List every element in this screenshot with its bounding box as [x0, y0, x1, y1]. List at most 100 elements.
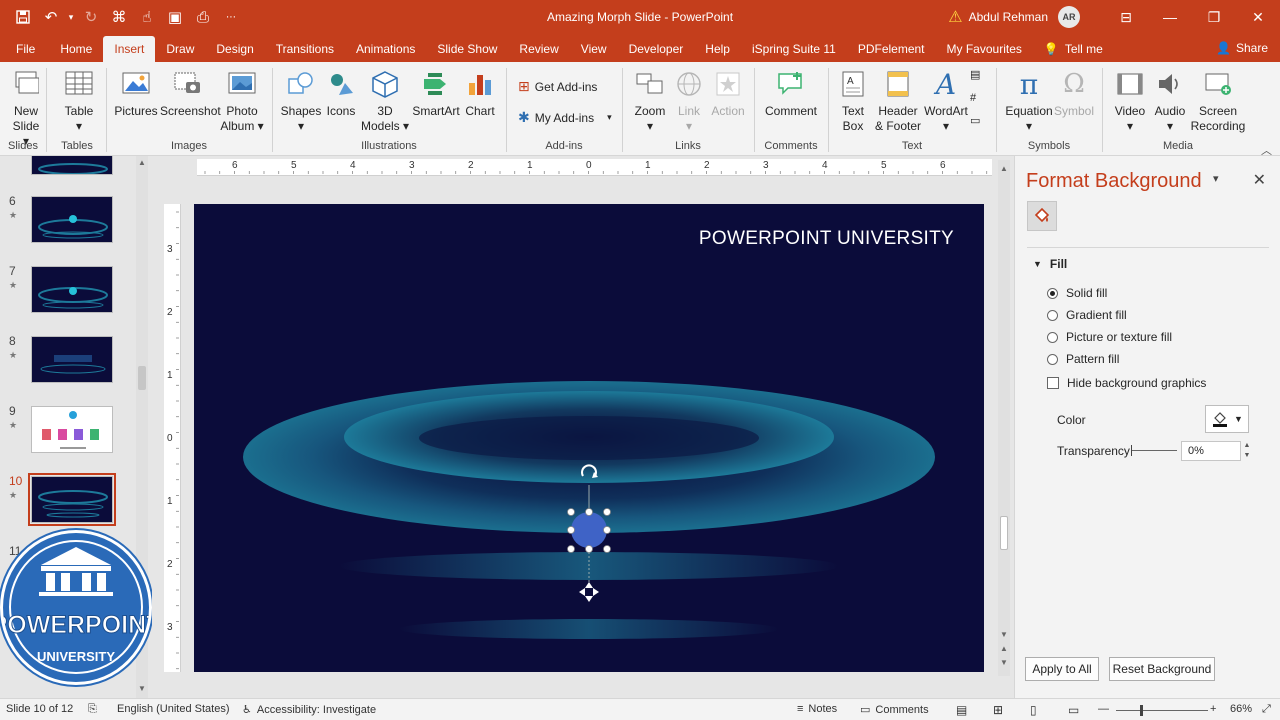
customize-qat-icon[interactable]: ⋯ [218, 4, 244, 30]
spelling-icon[interactable]: ⎘ [88, 703, 97, 716]
symbol-button[interactable]: Ω Symbol [1054, 68, 1094, 119]
comments-button[interactable]: ▭ Comments [860, 703, 929, 717]
screen-recording-button[interactable]: Screen Recording [1190, 68, 1246, 134]
thumbnail-slide-10[interactable] [28, 473, 116, 526]
thumbnail-slide-6[interactable] [31, 196, 113, 243]
normal-view-icon[interactable]: ▤ [956, 703, 967, 717]
radio-solid-fill[interactable]: Solid fill [1047, 286, 1107, 300]
slideshow-view-icon[interactable]: ▭ [1068, 703, 1079, 717]
print-preview-icon[interactable]: ⎙ [190, 4, 216, 30]
save-icon[interactable] [10, 4, 36, 30]
new-slide-button[interactable]: New Slide ▾ [8, 68, 44, 149]
tab-review[interactable]: Review [508, 36, 569, 62]
icons-button[interactable]: Icons [324, 68, 358, 119]
link-button[interactable]: Link ▾ [672, 68, 706, 134]
apply-to-all-button[interactable]: Apply to All [1025, 657, 1099, 681]
present-icon[interactable]: ▣ [162, 4, 188, 30]
scroll-up-icon[interactable]: ▲ [998, 164, 1010, 173]
close-icon[interactable]: ✕ [1236, 0, 1280, 34]
tab-pdfelement[interactable]: PDFelement [847, 36, 936, 62]
action-button[interactable]: Action [710, 68, 746, 119]
transparency-input[interactable]: 0% [1181, 441, 1241, 461]
date-time-icon[interactable]: ▤ [970, 68, 980, 81]
redo-icon[interactable]: ↻ [78, 4, 104, 30]
tab-developer[interactable]: Developer [618, 36, 695, 62]
fill-section-header[interactable]: ▼ Fill [1033, 257, 1067, 271]
tab-help[interactable]: Help [694, 36, 741, 62]
reading-view-icon[interactable]: ▯ [1030, 703, 1037, 717]
accessibility-status[interactable]: ♿ Accessibility: Investigate [242, 703, 376, 717]
get-addins-button[interactable]: ⊞ Get Add-ins [518, 78, 597, 95]
radio-picture-texture-fill[interactable]: Picture or texture fill [1047, 330, 1172, 344]
photo-album-button[interactable]: Photo Album ▾ [218, 68, 266, 134]
thumbnail-slide-7[interactable] [31, 266, 113, 313]
color-picker-button[interactable]: ▼ [1205, 405, 1249, 433]
notes-button[interactable]: ≡ Notes [797, 703, 837, 715]
shapes-button[interactable]: Shapes ▾ [280, 68, 322, 134]
tab-slide-show[interactable]: Slide Show [426, 36, 508, 62]
previous-slide-icon[interactable]: ▲ [998, 644, 1010, 653]
warning-icon[interactable]: ⚠ [948, 7, 962, 27]
tab-home[interactable]: Home [49, 36, 103, 62]
ribbon-display-icon[interactable]: ⊟ [1104, 0, 1148, 34]
radio-pattern-fill[interactable]: Pattern fill [1047, 352, 1119, 366]
audio-button[interactable]: Audio ▾ [1152, 68, 1188, 134]
tab-insert[interactable]: Insert [103, 36, 156, 62]
video-button[interactable]: Video ▾ [1112, 68, 1148, 134]
horizontal-ruler[interactable]: 6 5 4 3 2 1 0 1 2 3 4 5 6 [197, 159, 992, 176]
undo-dropdown-icon[interactable]: ▾ [66, 4, 76, 30]
tab-transitions[interactable]: Transitions [265, 36, 345, 62]
thumbnail-slide-9[interactable] [31, 406, 113, 453]
thumbnail-slide-5[interactable] [31, 156, 113, 175]
restore-icon[interactable]: ❐ [1192, 0, 1236, 34]
object-icon[interactable]: ▭ [970, 114, 980, 127]
tab-ispring[interactable]: iSpring Suite 11 [741, 36, 847, 62]
avatar[interactable]: AR [1058, 6, 1080, 28]
scroll-down-icon[interactable]: ▼ [998, 630, 1010, 639]
editor-scrollbar[interactable]: ▲ ▼ ▲ ▼ [998, 160, 1010, 676]
zoom-level[interactable]: 66% [1230, 703, 1252, 715]
slide-counter[interactable]: Slide 10 of 12 [6, 703, 73, 715]
undo-icon[interactable]: ↶ [38, 4, 64, 30]
scroll-up-icon[interactable]: ▲ [136, 158, 148, 167]
tab-file[interactable]: File [0, 36, 49, 62]
language-indicator[interactable]: English (United States) [117, 703, 230, 715]
reset-background-button[interactable]: Reset Background [1109, 657, 1215, 681]
tab-animations[interactable]: Animations [345, 36, 426, 62]
slide-canvas[interactable]: POWERPOINT UNIVERSITY [194, 204, 984, 672]
wordart-button[interactable]: A WordArt ▾ [924, 68, 968, 134]
zoom-out-icon[interactable]: — [1098, 703, 1109, 715]
zoom-button[interactable]: Zoom ▾ [632, 68, 668, 134]
transparency-spinner[interactable]: ▲ ▼ [1241, 441, 1253, 461]
equation-button[interactable]: π Equation ▾ [1004, 68, 1054, 134]
close-pane-icon[interactable]: ✕ [1253, 170, 1266, 190]
pane-options-dropdown-icon[interactable]: ▾ [1213, 172, 1219, 185]
vertical-ruler[interactable]: 3 2 1 0 1 2 3 [164, 204, 181, 672]
thumbnail-slide-8[interactable] [31, 336, 113, 383]
fill-bucket-icon[interactable] [1027, 201, 1057, 231]
next-slide-icon[interactable]: ▼ [998, 658, 1010, 667]
tab-my-favourites[interactable]: My Favourites [936, 36, 1033, 62]
tab-draw[interactable]: Draw [155, 36, 205, 62]
tell-me-search[interactable]: 💡 Tell me [1033, 36, 1114, 62]
scroll-thumb[interactable] [1000, 516, 1008, 550]
pictures-button[interactable]: Pictures [114, 68, 158, 119]
scroll-thumb[interactable] [138, 366, 146, 390]
user-name[interactable]: Abdul Rehman [969, 10, 1048, 24]
comment-button[interactable]: Comment [762, 68, 820, 119]
tab-view[interactable]: View [570, 36, 618, 62]
transparency-slider[interactable] [1131, 445, 1177, 456]
header-footer-button[interactable]: Header & Footer [874, 68, 922, 134]
chart-button[interactable]: Chart [462, 68, 498, 119]
smartart-button[interactable]: SmartArt [412, 68, 460, 119]
minimize-icon[interactable]: — [1148, 0, 1192, 34]
scroll-down-icon[interactable]: ▼ [136, 684, 148, 693]
fit-slide-icon[interactable]: ⤢ [1262, 703, 1271, 716]
table-button[interactable]: Table ▾ [60, 68, 98, 134]
touch-mode-icon[interactable]: ☝ [134, 4, 160, 30]
radio-gradient-fill[interactable]: Gradient fill [1047, 308, 1127, 322]
screenshot-button[interactable]: Screenshot [160, 68, 221, 119]
share-button[interactable]: 👤 Share [1216, 34, 1268, 62]
3d-models-button[interactable]: 3D Models ▾ [360, 68, 410, 134]
tab-design[interactable]: Design [205, 36, 264, 62]
